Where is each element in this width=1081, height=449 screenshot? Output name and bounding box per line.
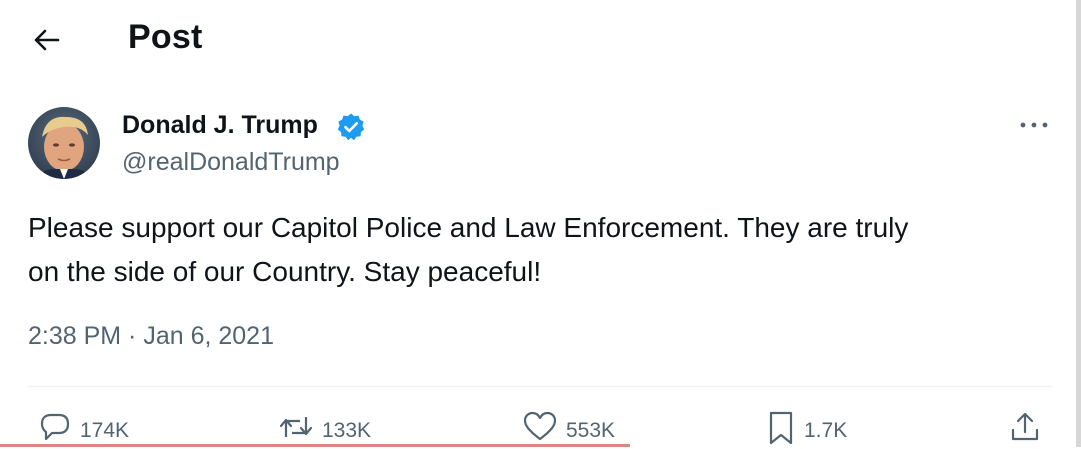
author-handle[interactable]: @realDonaldTrump [122,148,340,177]
bookmark-icon [769,411,793,445]
verified-badge-icon [336,112,366,142]
reply-icon [40,413,70,441]
repost-icon [279,417,313,437]
share-icon [1011,412,1039,441]
back-button[interactable] [28,22,64,58]
heart-icon [523,411,557,441]
post-text-line: on the side of our Country. Stay peacefu… [28,256,542,287]
post-header: Post [0,0,1081,80]
more-options-button[interactable] [1014,110,1054,140]
like-count: 553K [566,419,616,442]
author-name[interactable]: Donald J. Trump [122,111,318,140]
post-text-line: Please support our Capitol Police and La… [28,212,909,243]
post-timestamp[interactable]: 2:38 PM · Jan 6, 2021 [28,322,274,351]
page-title: Post [128,18,203,56]
reply-count: 174K [80,419,130,442]
share-button[interactable] [1008,410,1042,449]
bookmark-count: 1.7K [804,419,848,442]
avatar[interactable] [28,107,100,179]
post-text: Please support our Capitol Police and La… [28,206,1028,294]
bookmark-button[interactable]: 1.7K [766,410,847,447]
like-button[interactable]: 553K [522,410,615,447]
arrow-left-icon [34,29,60,51]
repost-button[interactable]: 133K [278,410,371,447]
window-edge [1076,0,1081,447]
divider [28,386,1052,387]
more-horizontal-icon [1020,122,1048,128]
repost-count: 133K [322,419,372,442]
reply-button[interactable]: 174K [38,410,129,447]
